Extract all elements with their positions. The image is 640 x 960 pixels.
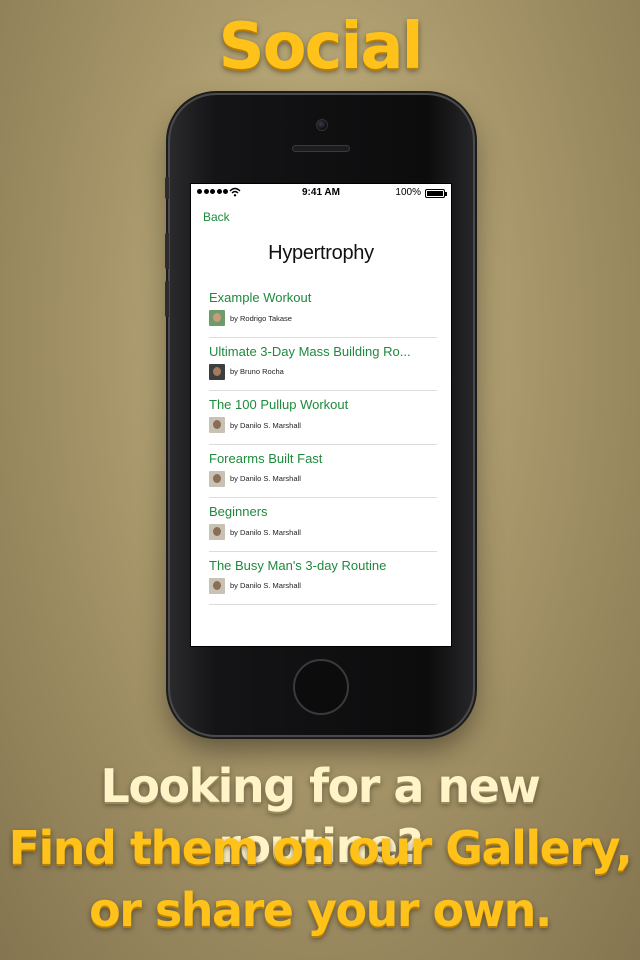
avatar — [209, 310, 225, 326]
battery-icon — [425, 189, 447, 198]
tagline-line-2: Find them on our Gallery, — [8, 821, 633, 875]
routine-list: Example Workout by Rodrigo Takase Ultimate… — [209, 284, 437, 605]
status-bar: 9:41 AM 100% — [191, 184, 451, 204]
promo-title: Social — [218, 10, 423, 84]
avatar — [209, 524, 225, 540]
avatar — [209, 417, 225, 433]
avatar — [209, 470, 225, 487]
volume-up-button — [165, 233, 169, 269]
page-title: Hypertrophy — [268, 242, 374, 264]
routine-title: Ultimate 3-Day Mass Building Ro... — [209, 343, 411, 359]
phone-screen: 9:41 AM 100% Back Hypertrophy Example Wo… — [190, 183, 452, 647]
routine-title: Example Workout — [209, 290, 312, 305]
volume-down-button — [165, 281, 169, 317]
routine-byline: by Danilo S. Marshall — [209, 524, 437, 540]
routine-title: The 100 Pullup Workout — [209, 397, 349, 412]
routine-byline: by Danilo S. Marshall — [209, 470, 437, 487]
routine-title: Beginners — [209, 504, 268, 519]
list-item[interactable]: The Busy Man's 3-day Routine by Danilo S.… — [209, 552, 437, 605]
routine-author: by Danilo S. Marshall — [230, 527, 301, 537]
routine-author: by Danilo S. Marshall — [230, 420, 301, 430]
tagline-line-3: or share your own. — [89, 883, 552, 937]
list-item[interactable]: Forearms Built Fast by Danilo S. Marshall — [209, 445, 437, 498]
mute-switch — [165, 177, 169, 199]
phone-frame: 9:41 AM 100% Back Hypertrophy Example Wo… — [165, 95, 473, 735]
battery-percentage: 100% — [395, 187, 421, 198]
front-camera — [316, 119, 328, 131]
routine-author: by Bruno Rocha — [230, 367, 284, 376]
list-item[interactable]: Example Workout by Rodrigo Takase — [209, 284, 437, 338]
routine-byline: by Danilo S. Marshall — [209, 417, 437, 433]
back-button[interactable]: Back — [203, 210, 230, 224]
avatar — [209, 363, 225, 380]
routine-byline: by Danilo S. Marshall — [209, 577, 437, 594]
routine-title: Forearms Built Fast — [209, 450, 323, 466]
routine-author: by Rodrigo Takase — [230, 313, 292, 323]
earpiece-speaker — [292, 145, 350, 152]
routine-title: The Busy Man's 3-day Routine — [209, 557, 387, 573]
list-item[interactable]: Ultimate 3-Day Mass Building Ro... by Bru… — [209, 338, 437, 391]
list-item[interactable]: Beginners by Danilo S. Marshall — [209, 498, 437, 552]
routine-author: by Danilo S. Marshall — [230, 581, 301, 590]
avatar — [209, 577, 225, 594]
routine-byline: by Rodrigo Takase — [209, 310, 437, 326]
routine-byline: by Bruno Rocha — [209, 363, 437, 380]
routine-author: by Danilo S. Marshall — [230, 474, 301, 483]
home-button — [293, 659, 349, 715]
list-item[interactable]: The 100 Pullup Workout by Danilo S. Marsh… — [209, 391, 437, 445]
